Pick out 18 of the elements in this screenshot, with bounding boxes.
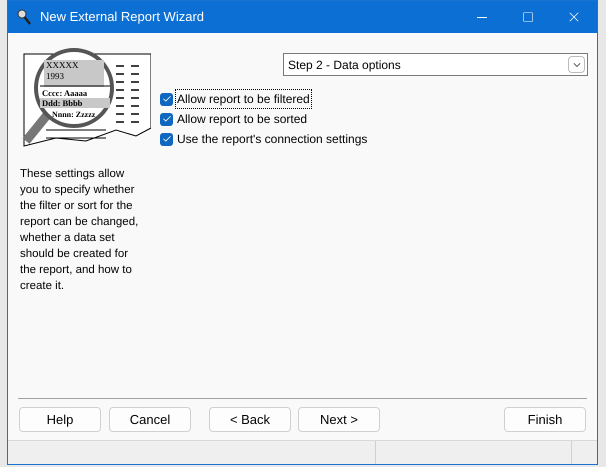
wizard-button[interactable]: Help (19, 407, 101, 432)
wizard-button[interactable]: Next > (298, 407, 380, 432)
step-description: These settings allow you to specify whether the filter or sort for the report can be changed, whether a data set should be created for the report, and how to create it. (19, 167, 140, 294)
checkbox-label: Use the report's connection settings (176, 131, 368, 148)
wizard-button[interactable]: < Back (209, 407, 291, 432)
window-title: New External Report Wizard (40, 8, 204, 26)
step-dropdown[interactable]: Step 2 - Data options (283, 53, 588, 76)
checkbox[interactable] (160, 112, 173, 126)
maximize-icon (522, 11, 534, 23)
checkbox[interactable] (160, 132, 173, 146)
minimize-icon (477, 16, 487, 18)
wizard-button[interactable]: Finish (504, 407, 586, 432)
checkbox[interactable] (160, 92, 173, 106)
magnifier-icon (16, 9, 32, 25)
checkbox-label: Allow report to be filtered (175, 89, 312, 109)
wizard-button[interactable]: Cancel (109, 407, 191, 432)
checkbox-label: Allow report to be sorted (176, 111, 308, 128)
chevron-down-icon (568, 56, 585, 73)
